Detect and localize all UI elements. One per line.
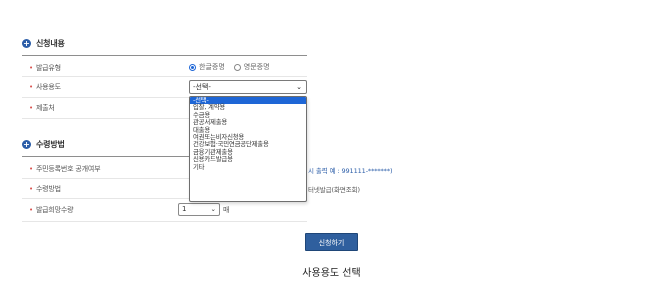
field-label-text: 사용용도	[35, 83, 61, 91]
field-label-quantity: • 발급희망수량	[29, 205, 74, 215]
quantity-unit: 매	[223, 206, 230, 214]
field-label-text: 제출처	[35, 104, 55, 112]
required-icon: •	[29, 64, 33, 72]
field-label-receipt-method: • 수령방법	[29, 184, 61, 194]
quantity-value: 1	[182, 205, 187, 213]
usage-option[interactable]: 신용카드발급용	[190, 155, 306, 163]
apply-button[interactable]: 신청하기	[305, 233, 358, 251]
field-label-text: 발급희망수량	[35, 206, 74, 214]
section-title: 수령방법	[36, 140, 65, 149]
field-label-id-disclosure: • 주민등록번호 공개여부	[29, 164, 101, 174]
radio-label: 한글증명	[199, 63, 225, 71]
radio-english[interactable]: 영문증명	[233, 62, 270, 72]
required-icon: •	[29, 83, 33, 91]
section-header-application: + 신청내용	[22, 38, 65, 49]
usage-option[interactable]: 기타	[190, 163, 306, 171]
id-format-hint: 시 출력 예 : 991111-*******)	[308, 167, 393, 175]
radio-checked-icon[interactable]	[189, 63, 196, 71]
field-label-text: 발급유형	[35, 64, 61, 72]
field-label-usage: • 사용용도	[29, 82, 61, 92]
usage-select[interactable]: -선택- ⌄	[189, 80, 307, 94]
quantity-select[interactable]: 1 ⌄	[178, 203, 220, 216]
section-header-receipt: + 수령방법	[22, 139, 65, 150]
required-icon: •	[29, 165, 33, 173]
field-label-text: 주민등록번호 공개여부	[35, 165, 101, 173]
required-icon: •	[29, 206, 33, 214]
receipt-method-text: 터넷발급(화면조회)	[308, 186, 360, 194]
required-icon: •	[29, 185, 33, 193]
chevron-down-icon: ⌄	[210, 205, 216, 213]
field-label-text: 수령방법	[35, 185, 61, 193]
circle-plus-icon: +	[22, 140, 31, 149]
radio-label: 영문증명	[243, 63, 270, 71]
required-icon: •	[29, 104, 33, 112]
field-label-issue-type: • 발급유형	[29, 63, 61, 73]
row-divider	[22, 221, 307, 222]
field-label-submit-to: • 제출처	[29, 103, 55, 113]
section-title: 신청내용	[36, 39, 65, 48]
circle-plus-icon: +	[22, 39, 31, 48]
row-divider	[22, 76, 307, 77]
figure-caption: 사용용도 선택	[302, 268, 361, 279]
radio-unchecked-icon[interactable]	[233, 63, 241, 71]
usage-select-value: -선택-	[193, 83, 211, 91]
usage-dropdown-list: -선택- 입찰, 계약용 수금용 관공서제출용 대출용 여권또는비자신청용 건강…	[189, 96, 307, 202]
issue-type-radio-group: 한글증명 영문증명	[189, 62, 270, 72]
radio-korean[interactable]: 한글증명	[189, 62, 225, 72]
chevron-down-icon: ⌄	[296, 83, 302, 91]
section-divider	[22, 55, 307, 56]
